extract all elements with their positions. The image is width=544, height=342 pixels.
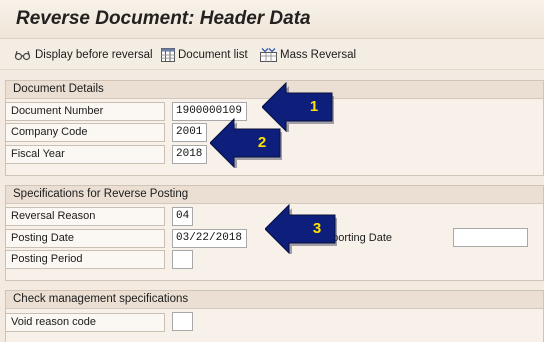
posting-date-label: Posting Date <box>5 229 165 248</box>
void-reason-code-label: Void reason code <box>5 313 165 332</box>
mass-reversal-button[interactable]: Mass Reversal <box>260 47 356 63</box>
list-icon <box>161 48 175 62</box>
company-code-label: Company Code <box>5 123 165 142</box>
application-toolbar: Display before reversal Document list Ma… <box>0 39 544 70</box>
reporting-date-field[interactable] <box>453 228 528 247</box>
void-reason-code-field[interactable] <box>172 312 193 331</box>
company-code-field[interactable]: 2001 <box>172 123 207 142</box>
document-number-label: Document Number <box>5 102 165 121</box>
callout-number-1: 1 <box>309 97 319 115</box>
display-before-reversal-label: Display before reversal <box>35 49 153 61</box>
callout-number-3: 3 <box>312 219 322 237</box>
check-management-header: Check management specifications <box>6 291 543 309</box>
mass-reversal-icon <box>260 48 277 62</box>
glasses-icon <box>14 50 31 61</box>
fiscal-year-label: Fiscal Year <box>5 145 165 164</box>
mass-reversal-label: Mass Reversal <box>280 49 357 61</box>
fiscal-year-field[interactable]: 2018 <box>172 145 207 164</box>
document-list-label: Document list <box>178 49 248 61</box>
title-bar: Reverse Document: Header Data <box>0 0 544 39</box>
document-list-button[interactable]: Document list <box>161 47 248 63</box>
display-before-reversal-button[interactable]: Display before reversal <box>14 47 153 63</box>
reversal-reason-label: Reversal Reason <box>5 207 165 226</box>
arrow-left-icon <box>210 118 282 168</box>
posting-period-field[interactable] <box>172 250 193 269</box>
callout-arrow-2: 2 <box>210 118 282 168</box>
reverse-posting-header: Specifications for Reverse Posting <box>6 186 543 204</box>
posting-period-label: Posting Period <box>5 250 165 269</box>
callout-arrow-3: 3 <box>265 204 337 254</box>
posting-date-field[interactable]: 03/22/2018 <box>172 229 247 248</box>
callout-number-2: 2 <box>257 133 267 151</box>
reversal-reason-field[interactable]: 04 <box>172 207 193 226</box>
arrow-left-icon <box>265 204 337 254</box>
page-title: Reverse Document: Header Data <box>16 8 311 29</box>
